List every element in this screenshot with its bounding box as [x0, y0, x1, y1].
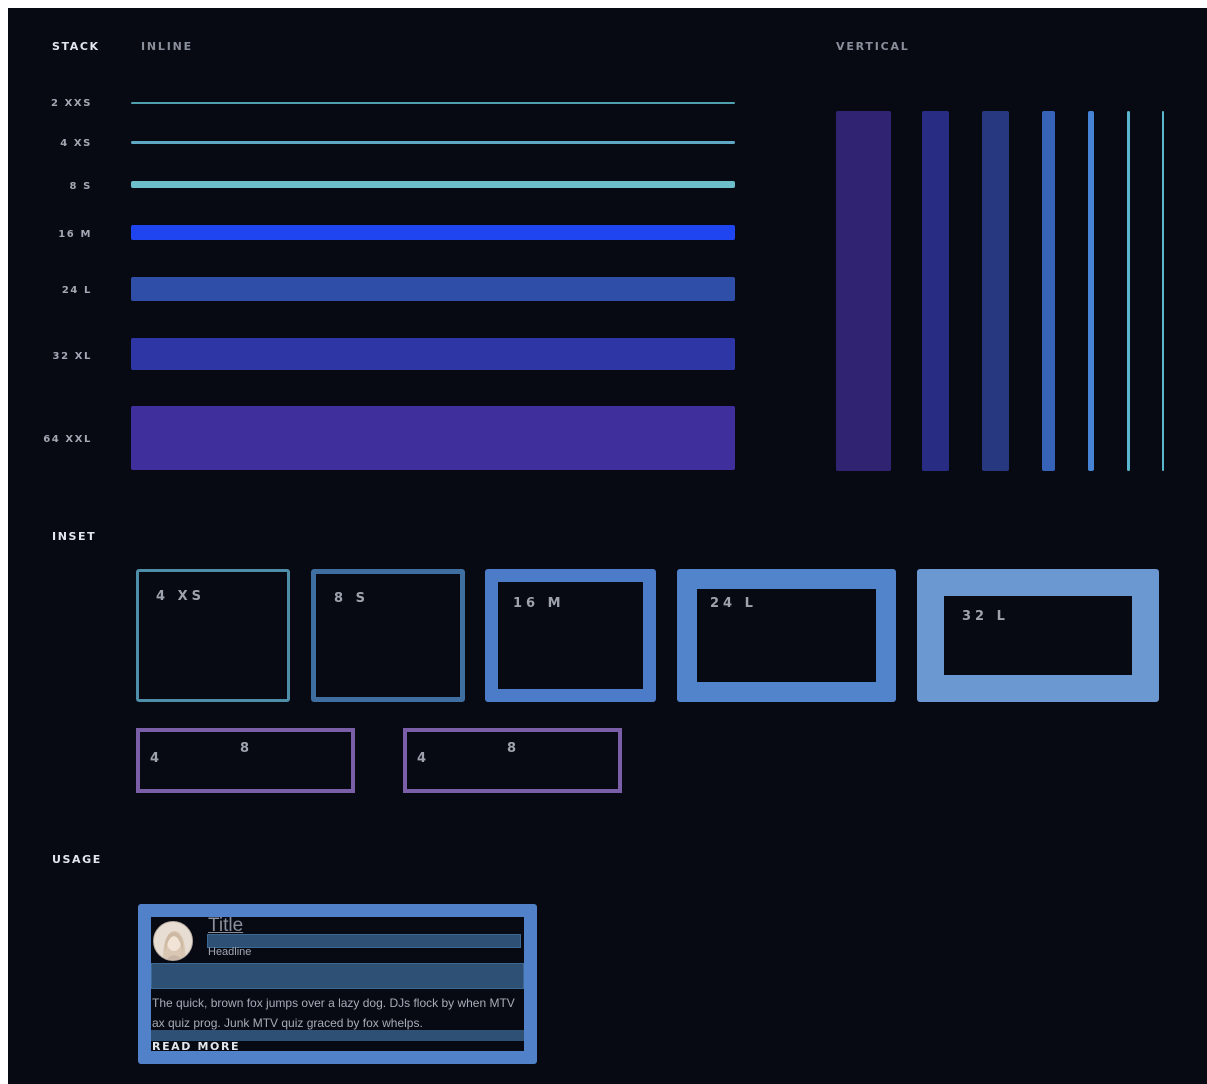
stack-label-l: 24 L — [61, 285, 92, 296]
card-body-text: The quick, brown fox jumps over a lazy d… — [152, 996, 515, 1030]
stack-bar-xl — [131, 338, 735, 370]
inset-pair-top-2: 8 — [507, 741, 517, 756]
inline-heading: INLINE — [141, 40, 193, 53]
stack-label-xxs: 2 XXS — [50, 98, 92, 109]
title-spacing-guide — [207, 934, 521, 948]
vertical-bar-s — [1088, 111, 1094, 471]
vertical-bar-m — [1042, 111, 1055, 471]
stack-label-xl: 32 XL — [52, 351, 92, 362]
stack-bar-l — [131, 277, 735, 301]
inset-box-l: 24 L — [677, 569, 896, 702]
inset-pair-left-1: 4 — [150, 751, 160, 766]
stack-label-xxl: 64 XXL — [43, 434, 92, 445]
vertical-bar-xxs — [1162, 111, 1164, 471]
avatar — [153, 921, 193, 961]
avatar-portrait-icon — [154, 922, 192, 960]
stack-bar-xs — [131, 141, 735, 144]
inset-pair-top-1: 8 — [240, 741, 250, 756]
card-headline: Headline — [208, 946, 252, 958]
inset-box-m: 16 M — [485, 569, 656, 702]
stack-bar-xxl — [131, 406, 735, 470]
spacing-canvas: STACK INLINE VERTICAL INSET USAGE 2 XXS … — [8, 8, 1207, 1084]
inset-pair-left-2: 4 — [417, 751, 427, 766]
inset-label-l: 24 L — [710, 596, 757, 611]
vertical-heading: VERTICAL — [836, 40, 910, 53]
header-spacing-guide — [151, 963, 524, 989]
stack-label-s: 8 S — [69, 181, 92, 192]
inset-box-xl: 32 L — [917, 569, 1159, 702]
stack-bar-m — [131, 225, 735, 240]
usage-card-content: Title Headline The quick, brown fox jump… — [151, 915, 524, 1053]
inset-pair-box-2: 4 8 — [403, 728, 622, 793]
stack-heading: STACK — [52, 40, 100, 53]
inset-heading: INSET — [52, 530, 97, 543]
inset-label-m: 16 M — [513, 596, 565, 611]
inset-label-xl: 32 L — [962, 609, 1009, 624]
stack-bar-xxs — [131, 102, 735, 104]
inset-label-s: 8 S — [334, 591, 369, 606]
vertical-bar-xs — [1127, 111, 1130, 471]
read-more-link[interactable]: READ MORE — [152, 1040, 240, 1053]
inset-box-s: 8 S — [311, 569, 465, 702]
inset-pair-box-1: 4 8 — [136, 728, 355, 793]
stack-label-xs: 4 XS — [60, 138, 92, 149]
inset-box-xs: 4 XS — [136, 569, 290, 702]
stack-bar-s — [131, 181, 735, 188]
usage-card: Title Headline The quick, brown fox jump… — [138, 904, 537, 1064]
stack-label-m: 16 M — [58, 229, 92, 240]
inset-label-xs: 4 XS — [156, 589, 205, 604]
vertical-bar-l — [982, 111, 1009, 471]
vertical-bar-xxl — [836, 111, 891, 471]
card-title: Title — [208, 915, 244, 936]
usage-heading: USAGE — [52, 853, 102, 866]
vertical-bar-xl — [922, 111, 949, 471]
